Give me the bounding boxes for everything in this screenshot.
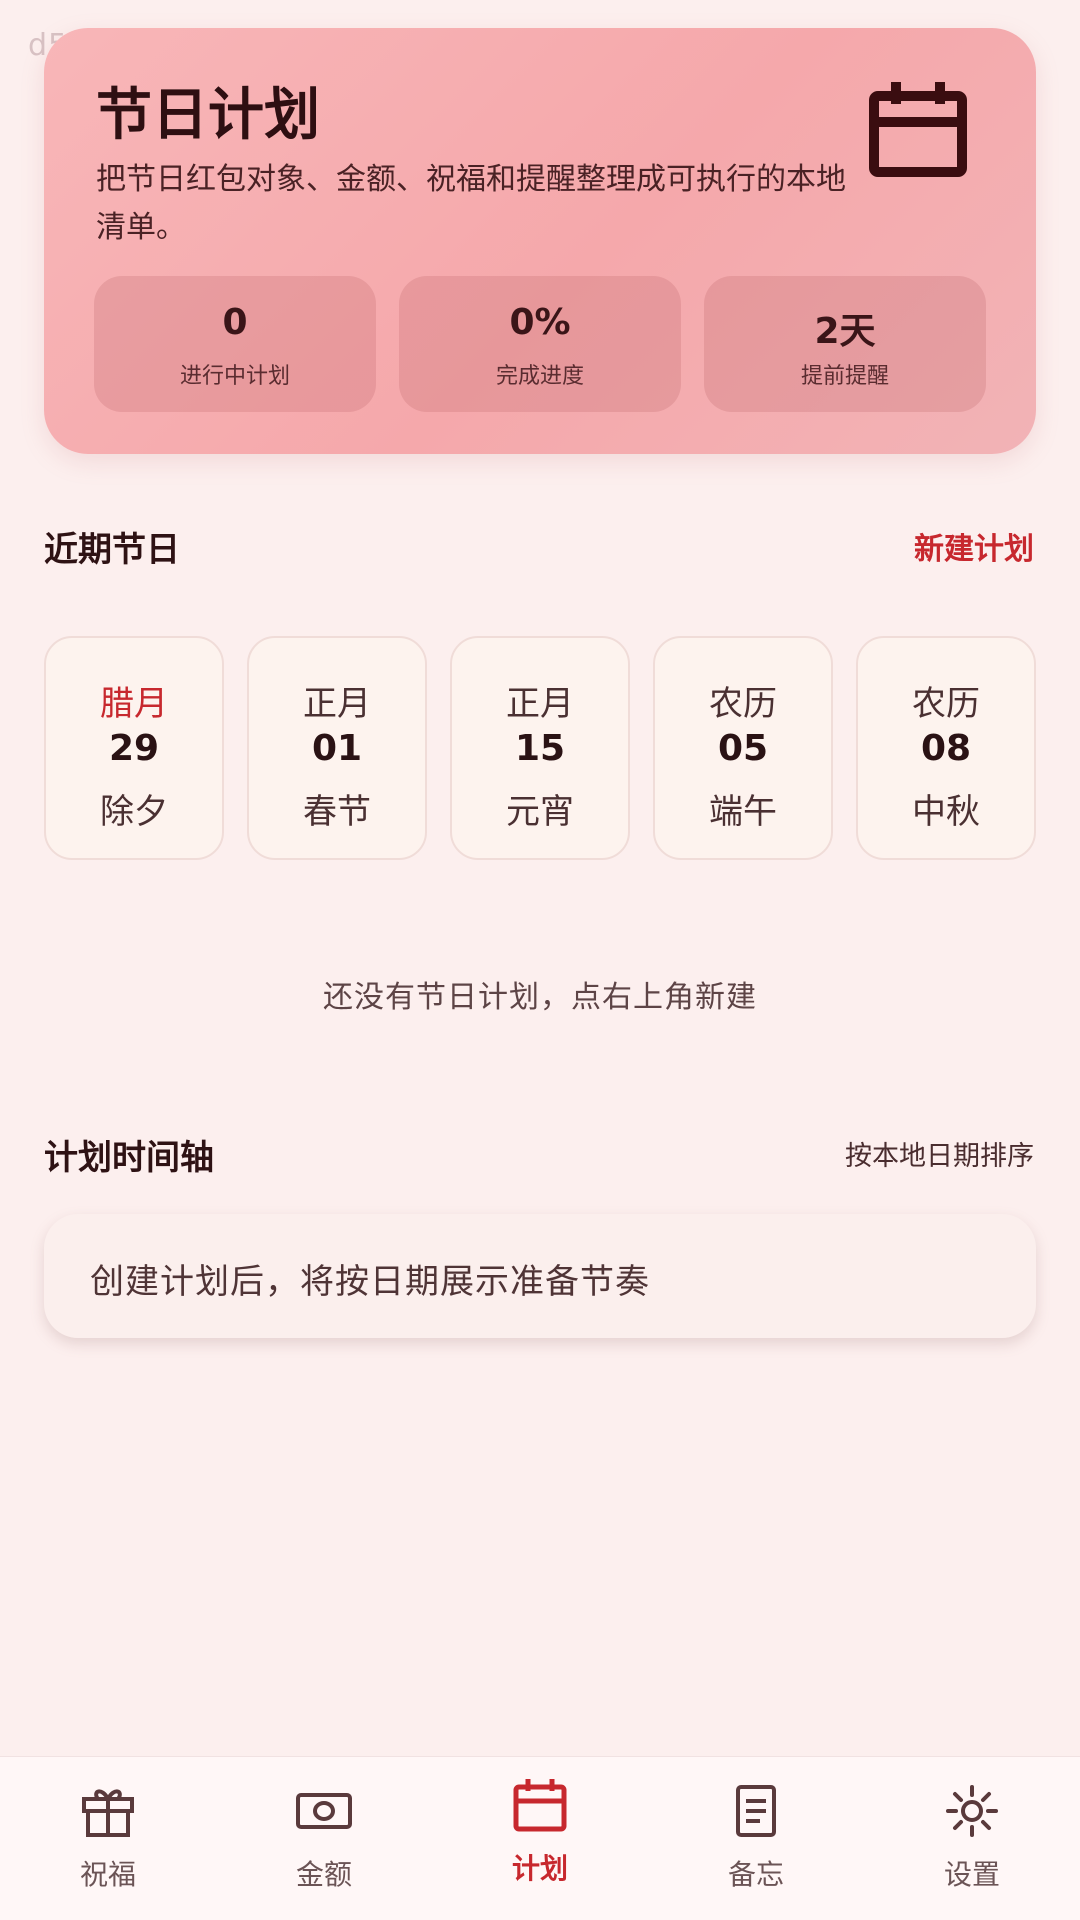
- nav-item-memo[interactable]: 备忘: [648, 1757, 864, 1920]
- stat-progress: 0% 完成进度: [399, 276, 681, 412]
- nav-item-blessing[interactable]: 祝福: [0, 1757, 216, 1920]
- holiday-day: 01: [311, 728, 363, 769]
- stat-label: 进行中计划: [179, 364, 290, 389]
- bottom-nav: 祝福 金额 计划 备忘 设置: [0, 1756, 1080, 1920]
- stat-label: 完成进度: [495, 364, 584, 389]
- new-plan-button[interactable]: 新建计划: [914, 524, 1034, 568]
- holiday-name: 中秋: [912, 792, 980, 832]
- stat-active-plans: 0 进行中计划: [94, 276, 376, 412]
- holiday-day: 08: [920, 728, 972, 769]
- holiday-card-chuxi[interactable]: 腊月 29 除夕: [44, 636, 224, 860]
- gift-icon: [82, 1789, 134, 1837]
- holiday-name: 元宵: [506, 792, 574, 832]
- nav-label: 计划: [511, 1852, 568, 1885]
- holiday-day: 05: [717, 728, 769, 769]
- empty-plans-hint: 还没有节日计划，点右上角新建: [323, 980, 757, 1015]
- holiday-month: 正月: [303, 684, 371, 724]
- holiday-month: 农历: [709, 684, 777, 724]
- holiday-month: 腊月: [100, 684, 168, 724]
- holiday-card-duanwu[interactable]: 农历 05 端午: [653, 636, 833, 860]
- stat-value: 2天: [814, 311, 876, 352]
- calendar-icon: [869, 82, 967, 177]
- stat-value: 0%: [509, 302, 571, 343]
- holiday-name: 端午: [709, 792, 777, 832]
- nav-label: 备忘: [727, 1858, 784, 1891]
- nav-item-settings[interactable]: 设置: [864, 1757, 1080, 1920]
- nav-item-amount[interactable]: 金额: [216, 1757, 432, 1920]
- stat-label: 提前提醒: [800, 364, 889, 389]
- holiday-card-zhongqiu[interactable]: 农历 08 中秋: [856, 636, 1036, 860]
- holiday-day: 29: [108, 728, 160, 769]
- hero-card: 节日计划 把节日红包对象、金额、祝福和提醒整理成可执行的本地清单。 0 进行中计…: [44, 28, 1036, 454]
- nav-label: 祝福: [79, 1858, 136, 1891]
- holiday-day: 15: [514, 728, 566, 769]
- holiday-month: 农历: [912, 684, 980, 724]
- timeline-title: 计划时间轴: [44, 1138, 214, 1178]
- stat-reminder: 2天 提前提醒: [704, 276, 986, 412]
- hero-description: 把节日红包对象、金额、祝福和提醒整理成可执行的本地清单。: [96, 162, 846, 245]
- nav-item-plan[interactable]: 计划: [432, 1757, 648, 1920]
- plan-page: d5c4c3 节日计划 把节日红包对象、金额、祝福和提醒整理成可执行的本地清单。…: [0, 0, 1080, 1920]
- timeline-empty-card: 创建计划后，将按日期展示准备节奏: [44, 1214, 1036, 1338]
- calendar-icon: [513, 1779, 567, 1832]
- stats-row: 0 进行中计划 0% 完成进度 2天 提前提醒: [94, 276, 986, 412]
- note-icon: [736, 1785, 776, 1837]
- holiday-name: 除夕: [100, 792, 168, 832]
- timeline-placeholder: 创建计划后，将按日期展示准备节奏: [90, 1262, 650, 1302]
- holiday-name: 春节: [303, 792, 371, 832]
- holiday-card-yuanxiao[interactable]: 正月 15 元宵: [450, 636, 630, 860]
- upcoming-holidays-title: 近期节日: [44, 530, 180, 570]
- stat-value: 0: [222, 302, 248, 343]
- timeline-sort-note: 按本地日期排序: [845, 1141, 1034, 1172]
- holiday-card-chunjie[interactable]: 正月 01 春节: [247, 636, 427, 860]
- nav-label: 设置: [943, 1858, 1000, 1891]
- nav-label: 金额: [295, 1858, 352, 1891]
- holiday-month: 正月: [506, 684, 574, 724]
- money-icon: [296, 1793, 352, 1829]
- page-title: 节日计划: [96, 83, 320, 148]
- gear-icon: [946, 1785, 998, 1837]
